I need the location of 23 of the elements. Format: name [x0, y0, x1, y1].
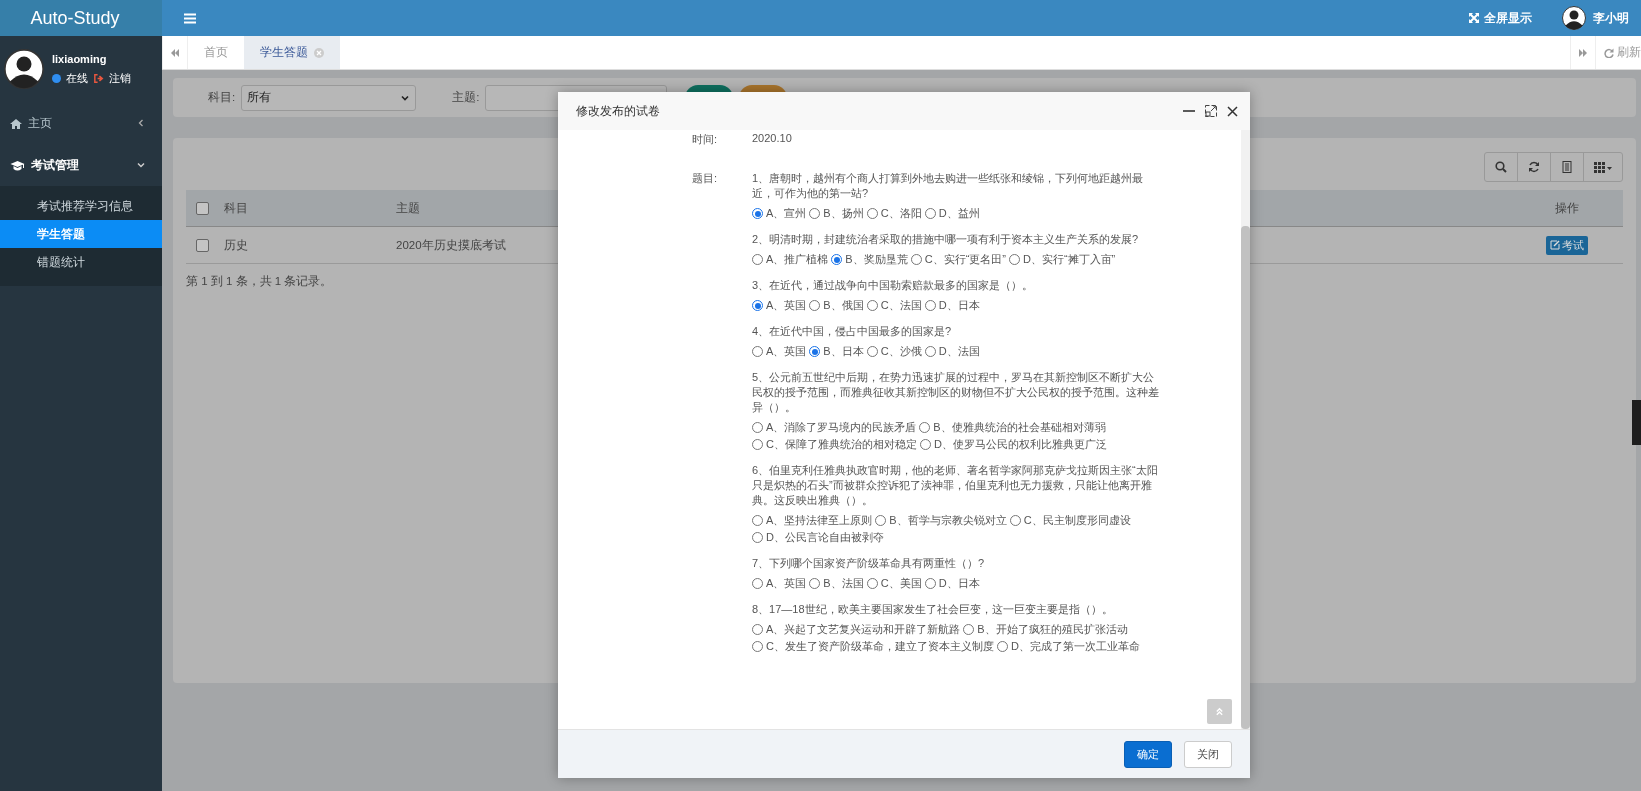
field-label: 题目: — [692, 171, 719, 186]
question-text: 6、伯里克利任雅典执政官时期，他的老师、著名哲学家阿那克萨戈拉斯因主张“太阳只是炽热的石头”而被群众控诉犯了渎神罪，伯里克利也无力援救，只能让他离开雅典。这反映出雅典（）。 — [752, 463, 1159, 508]
status-text: 在线 — [66, 70, 88, 86]
question-text: 3、在近代，通过战争向中国勒索赔款最多的国家是（）。 — [752, 278, 1035, 293]
question-text: 2、明清时期，封建统治者采取的措施中哪一项有利于资本主义生产关系的发展? — [752, 232, 1140, 247]
question-text: 4、在近代中国，侵占中国最多的国家是? — [752, 324, 953, 339]
field-value: 2020.10 — [752, 132, 793, 146]
field-label: 时间: — [692, 132, 719, 147]
question-text: 5、公元前五世纪中后期，在势力迅速扩展的过程中，罗马在其新控制区不断扩大公民权的授予范围，而雅典征收其新控制区的财物但不扩大公民权的授予范围。这种差异（）。 — [752, 370, 1160, 415]
app-logo: Auto-Study — [0, 0, 162, 36]
pagination-info: 第 1 到 1 条，共 1 条记录。 — [186, 274, 333, 289]
table-cell: 2020年历史摸底考试 — [396, 238, 506, 251]
column-header: 操作 — [1555, 201, 1579, 214]
question-text: 8、17—18世纪，欧美主要国家发生了社会巨变，这一巨变主要是指（）。 — [752, 602, 1114, 617]
field-label: 科目: — [208, 90, 236, 105]
dialog-title: 修改发布的试卷 — [576, 102, 661, 120]
table-cell: 历史 — [224, 238, 248, 251]
column-header: 主题 — [396, 201, 420, 214]
user-name: lixiaoming — [52, 52, 108, 65]
question-text: 1、唐朝时，越州有个商人打算到外地去购进一些纸张和绫锦，下列何地距越州最近，可作为他的第一站? — [752, 171, 1145, 201]
column-header: 科目 — [224, 201, 248, 214]
field-label: 主题: — [452, 90, 480, 105]
question-text: 7、下列哪个国家资产阶级革命具有两重性（）? — [752, 556, 986, 571]
